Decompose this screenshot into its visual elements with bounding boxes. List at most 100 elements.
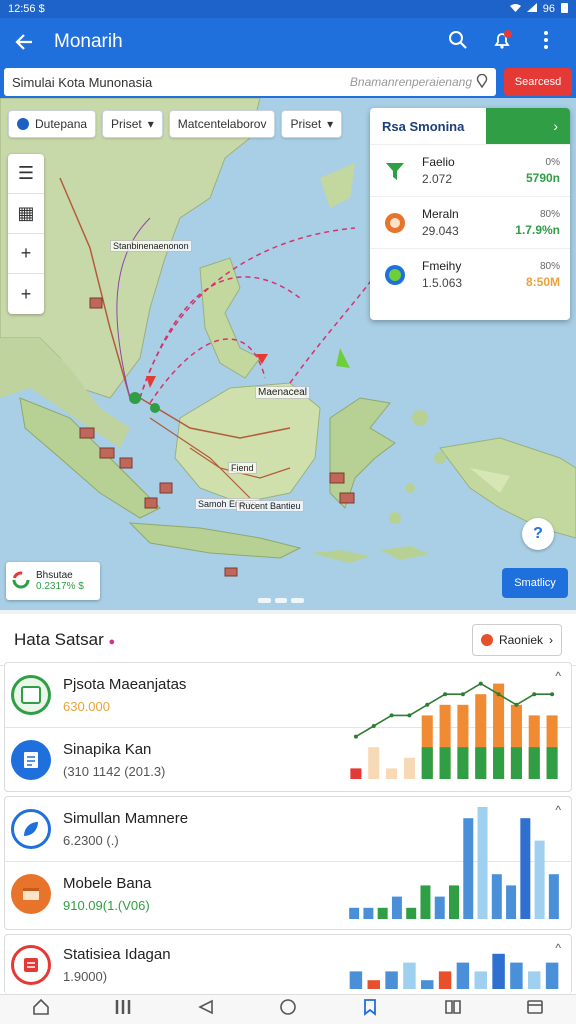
legend-item-amount: 8:50M: [525, 274, 560, 289]
bar-segment-orange: [368, 747, 380, 779]
zoom-in-button[interactable]: +: [8, 234, 44, 274]
gear-icon: [380, 208, 410, 238]
line-point: [478, 681, 483, 686]
line-point: [425, 702, 430, 707]
nav-back[interactable]: [186, 996, 226, 1024]
filter-chip-region[interactable]: Dutepana: [8, 110, 97, 138]
chevron-right-icon: ›: [553, 118, 558, 134]
bar: [528, 971, 541, 989]
zoom-out-button[interactable]: +: [8, 274, 44, 314]
legend-item-pct: 0%: [545, 156, 560, 168]
bar-segment-green: [546, 747, 558, 779]
filter-chip-preset[interactable]: Priset ▾: [102, 110, 163, 138]
bar-segment-green: [457, 747, 469, 779]
nav-home-circle[interactable]: [268, 996, 308, 1024]
location-pin-icon[interactable]: [476, 73, 488, 91]
battery-level: 96: [542, 3, 555, 15]
overflow-menu-button[interactable]: [528, 24, 564, 60]
bar: [491, 874, 502, 919]
bar: [548, 874, 559, 919]
bar: [420, 885, 431, 919]
nav-library[interactable]: [433, 996, 473, 1024]
map-tool-button[interactable]: ▦: [8, 194, 44, 234]
line-point: [389, 713, 394, 718]
line-point: [460, 692, 465, 697]
map-label[interactable]: Stanbinenaenonon: [110, 240, 192, 252]
ring-chart-icon: [12, 571, 30, 592]
report-button-label: Raoniek: [498, 632, 543, 647]
nav-inbox[interactable]: [515, 996, 555, 1024]
bar: [377, 907, 388, 919]
map-action-button[interactable]: Smatlicy: [502, 568, 568, 598]
map-controls: ☰ ▦ + +: [8, 154, 44, 314]
legend-row[interactable]: Fmeihy 1.5.063 80% 8:50M: [370, 248, 570, 300]
bar-segment-green: [421, 747, 433, 779]
pin-icon: ●: [108, 635, 116, 648]
chip-label: Matcentelaborov: [177, 117, 267, 131]
search-button[interactable]: [440, 24, 476, 60]
app-title: Monarih: [54, 31, 123, 52]
bar: [391, 896, 402, 919]
book-icon: [444, 998, 462, 1021]
record-icon: [480, 633, 493, 646]
legend-expand-button[interactable]: ›: [486, 108, 570, 144]
bar: [449, 885, 459, 919]
legend-row[interactable]: Meraln 29.043 80% 1.7.9%n: [370, 196, 570, 248]
legend-item-value: 1.5.063: [422, 276, 463, 290]
legend-panel: Rsa Smonina › Faelio 2.072 0% 5790n Mera…: [370, 108, 570, 320]
line-point: [514, 702, 519, 707]
item-title: Statisiea Idagan: [63, 946, 171, 963]
back-arrow-icon[interactable]: [12, 30, 36, 54]
chevron-right-icon: ›: [549, 632, 553, 647]
notifications-button[interactable]: [484, 24, 520, 60]
help-button[interactable]: ?: [522, 518, 554, 550]
legend-item-value: 29.043: [422, 224, 459, 238]
line-point: [353, 734, 358, 739]
search-row: Simulai Kota Munonasia Bnamanrenperaiena…: [0, 66, 576, 98]
bar-chart: [349, 953, 559, 989]
search-query: Simulai Kota Munonasia: [12, 74, 153, 90]
mini-stat-card[interactable]: Bhsutae 0.2317% $: [6, 562, 100, 600]
nav-bookmarks[interactable]: [350, 996, 390, 1024]
bar-chart: [349, 807, 559, 919]
stat-group: Pjsota Maeanjatas 630.000 ^ Sinapika Kan…: [4, 662, 572, 792]
nav-home[interactable]: [21, 996, 61, 1024]
legend-item-value: 2.072: [422, 172, 453, 186]
home-icon: [32, 998, 50, 1021]
filter-chip-category[interactable]: Matcentelaborov: [168, 110, 276, 138]
report-button[interactable]: Raoniek ›: [471, 623, 562, 656]
map-label[interactable]: Maenaceal: [255, 386, 310, 399]
bar: [367, 980, 380, 989]
plus-icon: +: [20, 283, 32, 304]
bar-segment-green: [493, 747, 505, 779]
leaf-icon: [11, 809, 51, 849]
bar: [363, 907, 374, 919]
mini-card-value: 0.2317% $: [36, 581, 84, 592]
map-label[interactable]: Fiend: [228, 462, 257, 474]
stat-group: Simullan Mamnere 6.2300 (.) ^ Mobele Ban…: [4, 796, 572, 930]
map-label[interactable]: Rucent Bantieu: [236, 500, 304, 512]
bar: [456, 962, 470, 989]
legend-row[interactable]: Faelio 2.072 0% 5790n: [370, 144, 570, 196]
search-input[interactable]: Simulai Kota Munonasia Bnamanrenperaiena…: [4, 68, 496, 96]
search-submit-button[interactable]: Searcesd: [504, 68, 572, 96]
grid-tool-icon: ▦: [17, 203, 35, 223]
series-line: [355, 682, 553, 738]
menu-icon: ☰: [17, 163, 35, 183]
legend-item-name: Faelio: [422, 155, 455, 169]
funnel-icon: [380, 156, 410, 186]
signal-icon: [526, 3, 537, 15]
line-point: [443, 692, 448, 697]
filter-chip-preset-2[interactable]: Priset ▾: [281, 110, 343, 138]
line-point: [407, 713, 412, 718]
bar: [545, 962, 559, 989]
layers-menu-button[interactable]: ☰: [8, 154, 44, 194]
line-point: [496, 692, 501, 697]
map-view[interactable]: Dutepana Priset ▾ Matcentelaborov Priset…: [0, 98, 576, 610]
help-icon: ?: [533, 525, 543, 542]
bar: [385, 971, 398, 989]
nav-recents[interactable]: [103, 996, 143, 1024]
legend-title: Rsa Smonina: [382, 118, 465, 134]
bars-icon: [114, 998, 132, 1021]
item-title: Simullan Mamnere: [63, 810, 189, 827]
